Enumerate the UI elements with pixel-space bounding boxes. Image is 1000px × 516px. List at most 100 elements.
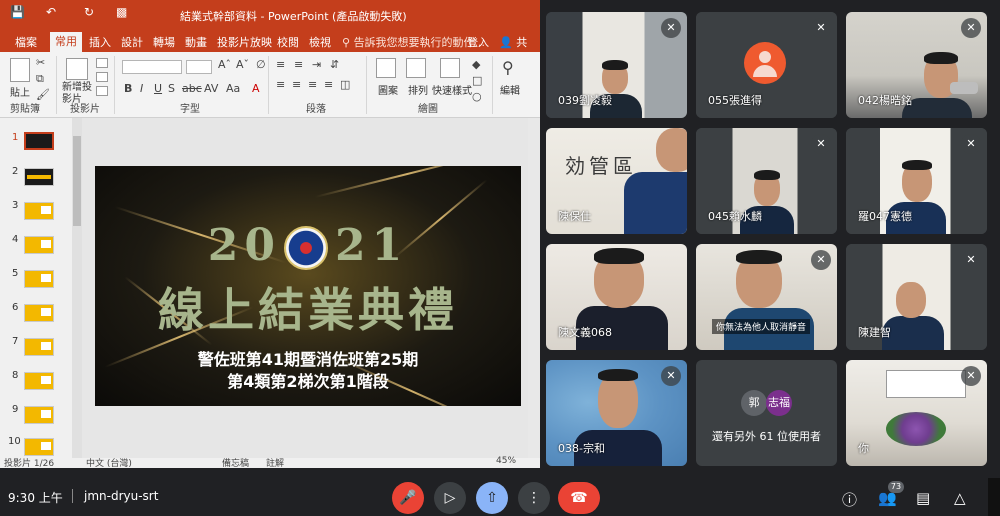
font-size-select[interactable] bbox=[186, 60, 212, 74]
info-icon[interactable]: ⓘ bbox=[842, 489, 857, 510]
underline-button[interactable]: U bbox=[154, 82, 162, 95]
slide-thumbnail[interactable] bbox=[24, 406, 54, 424]
shapes-icon[interactable] bbox=[376, 58, 396, 78]
tab-animations[interactable]: 動畫 bbox=[180, 33, 212, 51]
thumb-number: 8 bbox=[12, 370, 19, 381]
participant-tile[interactable]: ✕ 045賴水麟 bbox=[696, 128, 837, 234]
group-drawing: 繪圖 bbox=[418, 104, 438, 115]
zoom-level[interactable]: 45% bbox=[496, 456, 516, 466]
camera-button[interactable]: ▷ bbox=[434, 482, 466, 514]
tab-review[interactable]: 校閱 bbox=[272, 33, 304, 51]
participant-tile[interactable]: ✕ 039劉凌毅 bbox=[546, 12, 687, 118]
hangup-button[interactable]: ☎ bbox=[558, 482, 600, 514]
activities-icon[interactable]: △ bbox=[954, 489, 966, 507]
participant-name: 陳建智 bbox=[858, 326, 891, 339]
participant-tile[interactable]: ✕ 陳建智 bbox=[846, 244, 987, 350]
redo-icon[interactable]: ↻ bbox=[84, 5, 94, 19]
slide-thumbnail[interactable] bbox=[24, 236, 54, 254]
participant-tile[interactable]: 効管區 陳保仕 bbox=[546, 128, 687, 234]
change-case-button[interactable]: Aa bbox=[226, 82, 240, 95]
strike-button[interactable]: abc bbox=[182, 82, 202, 95]
self-tile[interactable]: ✕ 你 bbox=[846, 360, 987, 466]
cup-object bbox=[950, 82, 978, 94]
align-right-icon[interactable]: ≡ bbox=[308, 78, 317, 91]
shape-effects-icon[interactable]: ○ bbox=[472, 90, 482, 103]
slide-thumbnail[interactable] bbox=[24, 438, 54, 456]
numbering-icon[interactable]: ≡ bbox=[294, 58, 303, 71]
language[interactable]: 中文 (台灣) bbox=[86, 456, 132, 468]
participant-tile[interactable]: ✕ 042楊晧銘 bbox=[846, 12, 987, 118]
grow-font-icon[interactable]: Aˆ bbox=[218, 58, 231, 71]
shape-outline-icon[interactable]: □ bbox=[472, 74, 482, 87]
participant-tile[interactable]: ✕ 055張進得 bbox=[696, 12, 837, 118]
person-body bbox=[882, 316, 944, 350]
current-slide[interactable]: 20 21 線上結業典禮 警佐班第41期暨消佐班第25期 第4類第2梯次第1階段 bbox=[95, 166, 521, 406]
section-icon[interactable] bbox=[96, 86, 108, 96]
justify-icon[interactable]: ≡ bbox=[324, 78, 333, 91]
indent-icon[interactable]: ⇥ bbox=[312, 58, 321, 71]
align-left-icon[interactable]: ≡ bbox=[276, 78, 285, 91]
present-button[interactable]: ⇧ bbox=[476, 482, 508, 514]
arrange-icon[interactable] bbox=[406, 58, 426, 78]
slide-title: 線上結業典禮 bbox=[158, 283, 458, 337]
participant-tile[interactable]: ✕ 羅047憲德 bbox=[846, 128, 987, 234]
layout-icon[interactable] bbox=[96, 58, 108, 68]
chat-icon[interactable]: ▤ bbox=[916, 489, 930, 507]
shadow-button[interactable]: S bbox=[168, 82, 175, 95]
bold-button[interactable]: B bbox=[124, 82, 132, 95]
reset-icon[interactable] bbox=[96, 72, 108, 82]
slide-thumbnail[interactable] bbox=[24, 338, 54, 356]
undo-icon[interactable]: ↶ bbox=[46, 5, 56, 19]
columns-icon[interactable]: ◫ bbox=[340, 78, 350, 91]
tab-slideshow[interactable]: 投影片放映 bbox=[212, 33, 277, 51]
slide-thumbnail[interactable] bbox=[24, 304, 54, 322]
font-color-button[interactable]: A bbox=[252, 82, 260, 95]
tab-file[interactable]: 檔案 bbox=[10, 33, 42, 51]
slide-thumbnail[interactable] bbox=[24, 202, 54, 220]
participant-tile[interactable]: ✕ 你無法為他人取消靜音 bbox=[696, 244, 837, 350]
slide-thumbnail[interactable] bbox=[24, 270, 54, 288]
year-left: 20 bbox=[207, 220, 281, 271]
present-from-start-icon[interactable]: ▩ bbox=[116, 5, 127, 19]
tab-transitions[interactable]: 轉場 bbox=[148, 33, 180, 51]
spacing-button[interactable]: AV bbox=[204, 82, 218, 95]
editor-scrollbar[interactable] bbox=[528, 118, 540, 458]
font-name-select[interactable] bbox=[122, 60, 182, 74]
others-tile[interactable]: 郭 志福 還有另外 61 位使用者 bbox=[696, 360, 837, 466]
scroll-thumb[interactable] bbox=[73, 136, 81, 226]
bullets-icon[interactable]: ≡ bbox=[276, 58, 285, 71]
paste-icon[interactable] bbox=[10, 58, 30, 82]
italic-button[interactable]: I bbox=[140, 82, 143, 95]
mic-off-button[interactable]: 🎤 bbox=[392, 482, 424, 514]
thumb-number: 10 bbox=[8, 436, 21, 447]
shrink-font-icon[interactable]: Aˇ bbox=[236, 58, 249, 71]
notes-button[interactable]: 備忘稿 bbox=[222, 456, 249, 468]
more-options-button[interactable]: ⋮ bbox=[518, 482, 550, 514]
tab-view[interactable]: 檢視 bbox=[304, 33, 336, 51]
slide-thumbnail[interactable] bbox=[24, 372, 54, 390]
comments-button[interactable]: 註解 bbox=[266, 456, 284, 468]
align-center-icon[interactable]: ≡ bbox=[292, 78, 301, 91]
login-link[interactable]: 登入 bbox=[462, 33, 494, 51]
line-spacing-icon[interactable]: ⇵ bbox=[330, 58, 339, 71]
person-hair bbox=[902, 160, 932, 170]
search-icon[interactable]: ⚲ bbox=[502, 58, 514, 77]
tab-home[interactable]: 常用 bbox=[50, 32, 82, 52]
tab-design[interactable]: 設計 bbox=[116, 33, 148, 51]
save-icon[interactable]: 💾 bbox=[10, 5, 25, 19]
new-slide-icon[interactable] bbox=[66, 58, 88, 80]
thumbnail-scrollbar[interactable] bbox=[72, 118, 82, 458]
group-font: 字型 bbox=[180, 104, 200, 115]
tab-insert[interactable]: 插入 bbox=[84, 33, 116, 51]
edit-label[interactable]: 編輯 bbox=[500, 82, 520, 97]
clear-format-icon[interactable]: ∅ bbox=[256, 58, 266, 71]
shape-fill-icon[interactable]: ◆ bbox=[472, 58, 480, 71]
meeting-code[interactable]: jmn-dryu-srt bbox=[84, 489, 158, 503]
copy-icon[interactable]: ⧉ bbox=[36, 72, 44, 86]
quick-styles-icon[interactable] bbox=[440, 58, 460, 78]
participant-tile[interactable]: ✕ 038-宗和 bbox=[546, 360, 687, 466]
slide-thumbnail[interactable] bbox=[24, 132, 54, 150]
participant-tile[interactable]: 陳文義068 bbox=[546, 244, 687, 350]
cut-icon[interactable]: ✂ bbox=[36, 56, 45, 69]
slide-thumbnail[interactable] bbox=[24, 168, 54, 186]
